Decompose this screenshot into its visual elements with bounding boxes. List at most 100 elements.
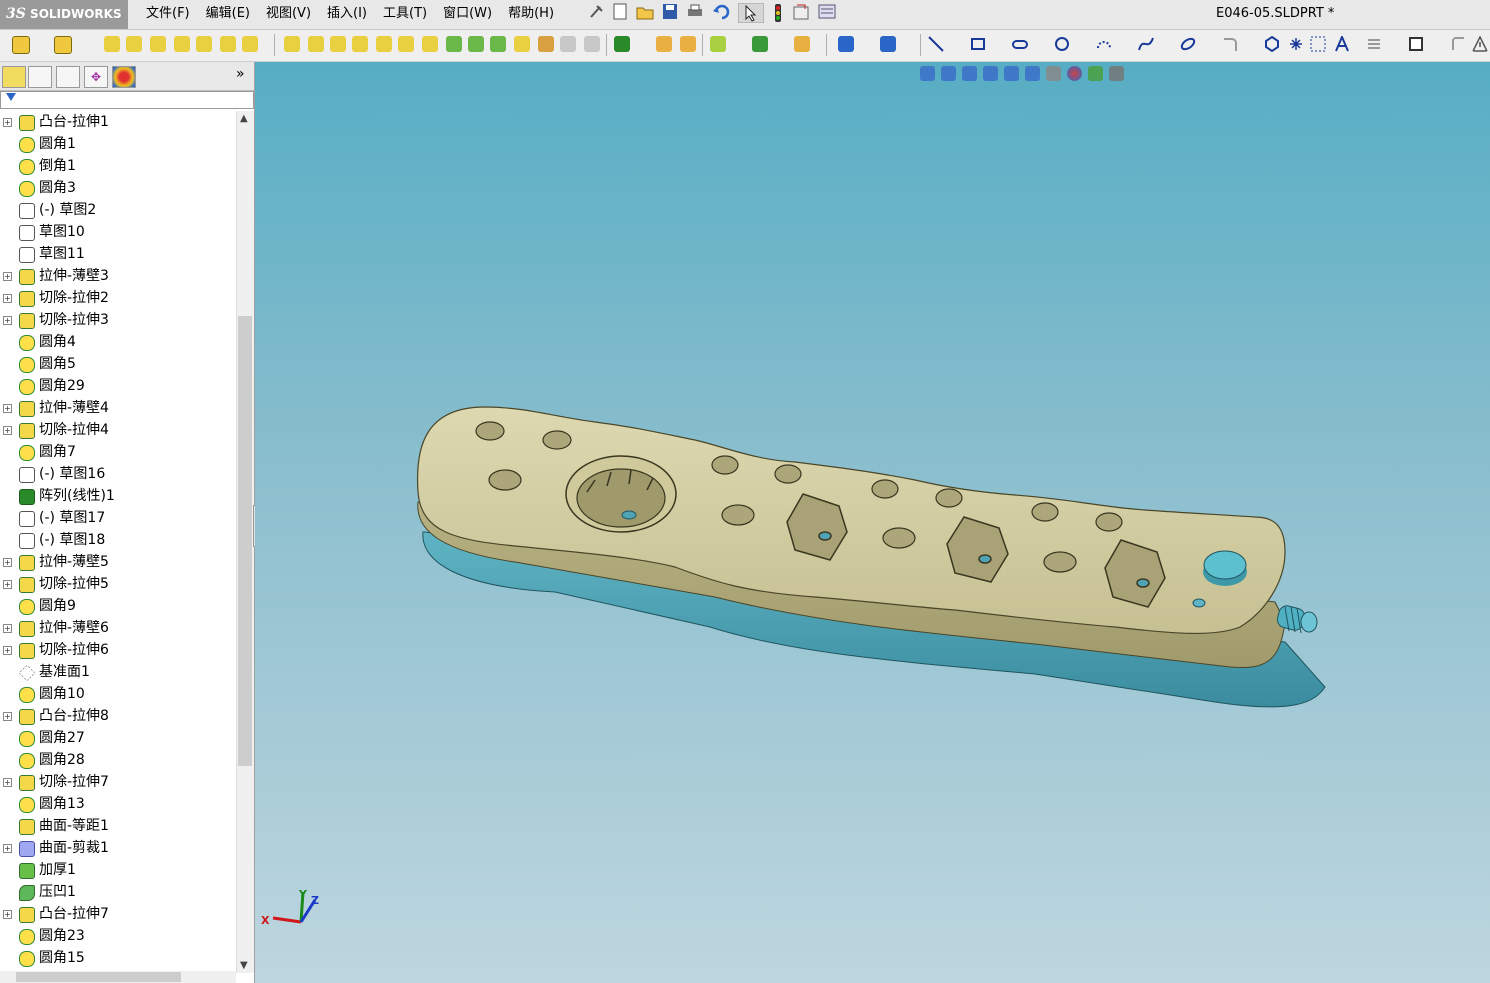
save-icon[interactable] [662, 3, 678, 21]
feature-tree-item[interactable]: 圆角9 [0, 595, 236, 617]
feature-tree-item[interactable]: 圆角13 [0, 793, 236, 815]
menu-tools[interactable]: 工具(T) [375, 0, 435, 29]
extruded-cut-icon[interactable] [54, 36, 72, 54]
feature-tree-item[interactable]: 加厚1 [0, 859, 236, 881]
display-manager-tab[interactable] [112, 66, 136, 88]
feature-tree-item[interactable]: 圆角27 [0, 727, 236, 749]
combine-icon[interactable] [468, 36, 484, 52]
circle-icon[interactable] [1054, 36, 1070, 52]
feature-tree-item[interactable]: + 凸台-拉伸1 [0, 111, 236, 133]
print-icon[interactable] [686, 3, 704, 21]
menu-window[interactable]: 窗口(W) [435, 0, 500, 29]
expand-plus-icon[interactable]: + [3, 624, 12, 633]
expand-plus-icon[interactable]: + [3, 118, 12, 127]
spline-icon[interactable] [1138, 36, 1154, 52]
feature-tree-item[interactable]: (-) 草图18 [0, 529, 236, 551]
feature-tree-item[interactable]: + 切除-拉伸4 [0, 419, 236, 441]
feature-tree-item[interactable]: 阵列(线性)1 [0, 485, 236, 507]
feature-tree-item[interactable]: 草图10 [0, 221, 236, 243]
warning-icon[interactable] [1472, 36, 1488, 52]
feature-tree-item[interactable]: + 切除-拉伸3 [0, 309, 236, 331]
rectangle-icon[interactable] [970, 36, 986, 52]
feature-tree-item[interactable]: 圆角29 [0, 375, 236, 397]
polygon-icon[interactable] [1264, 36, 1280, 52]
file-properties-icon[interactable] [792, 3, 810, 21]
horizontal-scroll-thumb[interactable] [16, 972, 181, 982]
expand-plus-icon[interactable]: + [3, 558, 12, 567]
feature-tree-item[interactable]: 圆角7 [0, 441, 236, 463]
freeform-icon[interactable] [560, 36, 576, 52]
menu-edit[interactable]: 编辑(E) [198, 0, 258, 29]
line-icon[interactable] [928, 36, 944, 52]
expand-plus-icon[interactable]: + [3, 426, 12, 435]
scroll-thumb[interactable] [238, 316, 252, 766]
options-icon[interactable] [818, 3, 836, 21]
move-face-icon[interactable] [514, 36, 530, 52]
mirror-icon[interactable] [656, 36, 672, 52]
expand-plus-icon[interactable]: + [3, 272, 12, 281]
feature-tree-item[interactable]: 圆角10 [0, 683, 236, 705]
feature-tree-item[interactable]: (-) 草图17 [0, 507, 236, 529]
feature-tree-item[interactable]: (-) 草图2 [0, 199, 236, 221]
feature-tree-item[interactable]: 圆角28 [0, 749, 236, 771]
swept-cut-icon[interactable] [220, 36, 236, 52]
sketch-tool-icon[interactable] [838, 36, 854, 52]
dimxpert-tab[interactable]: ✥ [84, 66, 108, 88]
pin-icon[interactable] [588, 3, 604, 21]
solidworks-logo[interactable]: 3S SOLIDWORKS [0, 0, 128, 29]
feature-tree-item[interactable]: + 切除-拉伸7 [0, 771, 236, 793]
fillet-tool-icon[interactable] [242, 36, 258, 52]
deform-icon[interactable] [422, 36, 438, 52]
dome-icon[interactable] [352, 36, 368, 52]
feature-tree-item[interactable]: 圆角15 [0, 947, 236, 969]
menu-insert[interactable]: 插入(I) [319, 0, 375, 29]
split-icon[interactable] [490, 36, 506, 52]
menu-help[interactable]: 帮助(H) [500, 0, 562, 29]
feature-tree-item[interactable]: + 曲面-剪裁1 [0, 837, 236, 859]
reference-geometry-icon[interactable] [710, 36, 726, 52]
expand-plus-icon[interactable]: + [3, 404, 12, 413]
horizontal-scrollbar[interactable] [0, 971, 236, 983]
filter-input[interactable] [0, 91, 254, 109]
extruded-boss-icon[interactable] [12, 36, 30, 54]
feature-tree-item[interactable]: 圆角5 [0, 353, 236, 375]
move-copy-icon[interactable] [680, 36, 696, 52]
feature-tree-item[interactable]: 基准面1 [0, 661, 236, 683]
revolve-cut-icon[interactable] [196, 36, 212, 52]
scroll-down-icon[interactable]: ▼ [240, 960, 248, 971]
feature-tree-item[interactable]: + 拉伸-薄壁5 [0, 551, 236, 573]
curves-icon[interactable] [752, 36, 768, 52]
menu-view[interactable]: 视图(V) [258, 0, 319, 29]
expand-plus-icon[interactable]: + [3, 778, 12, 787]
sweep-icon[interactable] [126, 36, 142, 52]
slot-icon[interactable] [1012, 36, 1028, 52]
trim-entities-icon[interactable] [1366, 36, 1382, 52]
revolve-icon[interactable] [104, 36, 120, 52]
scroll-up-icon[interactable]: ▲ [240, 113, 248, 124]
draft-icon[interactable] [330, 36, 346, 52]
property-manager-tab[interactable] [28, 66, 52, 88]
boundary-boss-icon[interactable] [174, 36, 190, 52]
convert-entities-icon[interactable] [1408, 36, 1424, 52]
flex-icon[interactable] [398, 36, 414, 52]
shell-icon[interactable] [308, 36, 324, 52]
rebuild-icon[interactable] [772, 3, 784, 23]
feature-tree-item[interactable]: + 切除-拉伸5 [0, 573, 236, 595]
expand-panel-icon[interactable]: » [236, 66, 245, 82]
feature-tree-item[interactable]: + 切除-拉伸6 [0, 639, 236, 661]
feature-tree-item[interactable]: 倒角1 [0, 155, 236, 177]
open-folder-icon[interactable] [636, 3, 654, 21]
scale-icon[interactable] [584, 36, 600, 52]
expand-plus-icon[interactable]: + [3, 910, 12, 919]
menu-file[interactable]: 文件(F) [138, 0, 198, 29]
feature-tree-item[interactable]: (-) 草图16 [0, 463, 236, 485]
expand-plus-icon[interactable]: + [3, 316, 12, 325]
feature-tree-item[interactable]: + 凸台-拉伸8 [0, 705, 236, 727]
configuration-manager-tab[interactable] [56, 66, 80, 88]
wrap-icon[interactable] [376, 36, 392, 52]
text-icon[interactable] [1334, 36, 1350, 52]
arc-icon[interactable] [1096, 36, 1112, 52]
feature-tree-item[interactable]: 压凹1 [0, 881, 236, 903]
rib-icon[interactable] [284, 36, 300, 52]
graphics-area[interactable]: X Y Z [255, 62, 1490, 983]
